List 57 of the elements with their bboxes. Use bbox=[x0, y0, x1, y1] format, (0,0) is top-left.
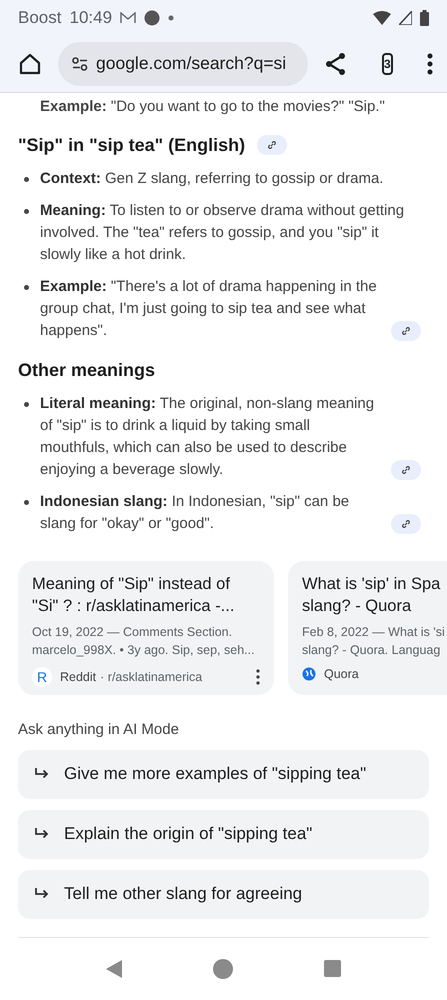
address-bar[interactable]: google.com/search?q=si bbox=[58, 42, 308, 86]
bullet-icon bbox=[24, 208, 29, 214]
home-icon bbox=[18, 52, 42, 76]
link-chip[interactable] bbox=[391, 460, 421, 480]
signal-icon bbox=[399, 10, 412, 25]
suggestion-chip[interactable]: Explain the origin of "sipping tea" bbox=[18, 810, 429, 859]
link-chip[interactable] bbox=[391, 320, 421, 341]
bullet-text: Context: Gen Z slang, referring to gossip or drama. bbox=[40, 168, 384, 189]
site-settings-icon[interactable] bbox=[72, 56, 88, 71]
source-name: Quora bbox=[324, 666, 359, 681]
site-favicon: R bbox=[32, 666, 52, 687]
mail-icon bbox=[120, 12, 136, 24]
ai-mode-heading: Ask anything in AI Mode bbox=[18, 720, 180, 738]
result-snippet: Feb 8, 2022 — What is 'si slang? - Quora. Languag bbox=[302, 624, 446, 659]
result-snippet: Oct 19, 2022 — Comments Section. marcelo_998X. • 3y ago. Sip, sep, seh... bbox=[32, 624, 256, 659]
back-icon[interactable] bbox=[106, 960, 122, 978]
link-icon bbox=[401, 326, 411, 336]
bullet-text: Indonesian slang: In Indonesian, "sip" can be slang for "okay" or "good". bbox=[40, 492, 350, 534]
result-title: "Si" ? : r/asklatinamerica -... bbox=[32, 596, 236, 617]
kebab-icon bbox=[256, 668, 260, 685]
menu-icon bbox=[426, 52, 433, 75]
carrier-name: Boost bbox=[18, 8, 62, 28]
bullet-text: Meaning: To listen to or observe drama without getting involved. The "tea" refers to gossip, and you "sip" it slowly like a hot drink. bbox=[40, 200, 406, 265]
result-title: Meaning of "Sip" instead of bbox=[32, 574, 231, 595]
battery-icon bbox=[420, 10, 429, 26]
link-chip[interactable] bbox=[391, 514, 421, 534]
clock-time: 10:49 bbox=[69, 8, 112, 28]
wifi-icon bbox=[373, 10, 391, 25]
result-card[interactable]: Meaning of "Sip" instead of "Si" ? : r/asklatinamerica -... Oct 19, 2022 — Comments Section. marcelo_998X. • 3y ago. Sip, sep, seh... R Reddit · r/asklatinamerica bbox=[18, 560, 274, 695]
dot-icon bbox=[168, 14, 174, 21]
globe-icon bbox=[302, 666, 316, 681]
result-title: slang? - Quora bbox=[302, 596, 412, 617]
bullet-icon bbox=[24, 284, 29, 290]
suggestion-chip[interactable]: Give me more examples of "sipping tea" bbox=[18, 750, 429, 799]
section-heading: Other meanings bbox=[18, 360, 156, 381]
source-path: · r/asklatinamerica bbox=[100, 670, 202, 684]
bullet-icon bbox=[24, 402, 29, 407]
link-chip[interactable] bbox=[257, 134, 288, 155]
result-card[interactable]: What is 'sip' in Spa slang? - Quora Feb 8, 2022 — What is 'si slang? - Quora. Languag Quora bbox=[288, 560, 447, 695]
link-icon bbox=[401, 464, 411, 475]
more-options-button[interactable] bbox=[256, 668, 260, 685]
bullet-icon bbox=[24, 500, 29, 505]
bullet-text: Example: "There's a lot of drama happening in the group chat, I'm just going to sip tea and see what happens". bbox=[40, 276, 378, 341]
example-text: Example: "Do you want to go to the movies?" "Sip." bbox=[39, 96, 386, 117]
bullet-text: Literal meaning: The original, non-slang meaning of "sip" is to drink a liquid by taking small mouthfuls, which can also be used to describe enjoying a beverage slowly. bbox=[40, 394, 376, 480]
link-icon bbox=[267, 140, 278, 150]
share-icon bbox=[324, 52, 348, 76]
source-name: Reddit bbox=[60, 670, 96, 684]
result-title: What is 'sip' in Spa bbox=[302, 574, 442, 595]
tab-switcher-button[interactable]: 3 bbox=[382, 52, 393, 75]
recents-icon[interactable] bbox=[324, 960, 342, 978]
link-icon bbox=[401, 518, 411, 529]
home-circle-icon[interactable] bbox=[212, 958, 233, 979]
suggestion-chip[interactable]: Tell me other slang for agreeing bbox=[18, 870, 429, 919]
bullet-icon bbox=[24, 176, 29, 182]
section-heading: "Sip" in "sip tea" (English) bbox=[18, 134, 246, 156]
circle-icon bbox=[144, 10, 160, 26]
